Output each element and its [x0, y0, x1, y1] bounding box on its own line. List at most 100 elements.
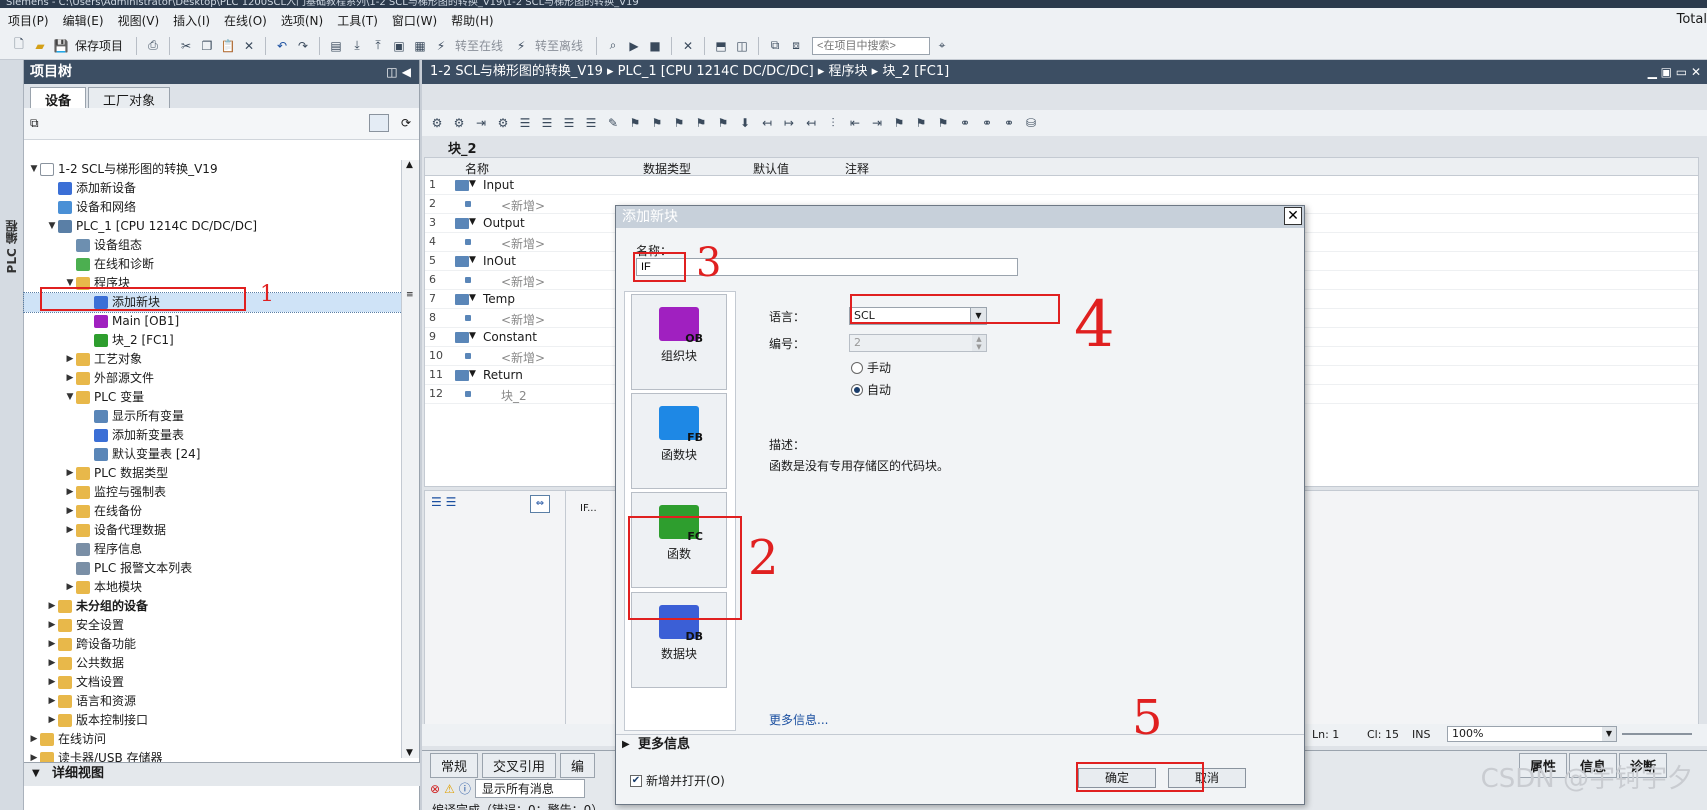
editor-tool-icon[interactable]: ⚭: [1000, 114, 1018, 132]
tree-item[interactable]: ▶ 设备代理数据: [24, 521, 402, 540]
tree-item[interactable]: ▶ PLC 数据类型: [24, 464, 402, 483]
tree-item[interactable]: ▶ 在线访问: [24, 730, 402, 749]
go-online-icon[interactable]: ⚡: [432, 37, 450, 55]
simulation-icon[interactable]: ▣: [390, 37, 408, 55]
more-information-link[interactable]: 更多信息...: [769, 711, 828, 728]
tree-item[interactable]: ▶ 安全设置: [24, 616, 402, 635]
menu-view[interactable]: 视图(V): [118, 12, 160, 29]
tree-item[interactable]: ▶ 跨设备功能: [24, 635, 402, 654]
stop-cpu-icon[interactable]: ■: [646, 37, 664, 55]
editor-tool-icon[interactable]: ⚭: [978, 114, 996, 132]
menu-project[interactable]: 项目(P): [8, 12, 49, 29]
expand-closed-icon[interactable]: ▶: [46, 635, 58, 654]
menu-help[interactable]: 帮助(H): [451, 12, 493, 29]
undo-icon[interactable]: ↶: [273, 37, 291, 55]
upload-icon[interactable]: ⤒: [369, 37, 387, 55]
radio-manual-circle[interactable]: [851, 361, 863, 374]
tree-item[interactable]: Main [OB1]: [24, 312, 402, 331]
tree-item[interactable]: 设备和网络: [24, 198, 402, 217]
editor-tool-icon[interactable]: ⚑: [912, 114, 930, 132]
info-filter-icon[interactable]: ⓘ: [459, 780, 471, 797]
editor-tool-icon[interactable]: ⇤: [846, 114, 864, 132]
start-cpu-icon[interactable]: ▶: [625, 37, 643, 55]
block-type-button-ob[interactable]: OB 组织块: [631, 294, 727, 390]
tree-item[interactable]: 默认变量表 [24]: [24, 445, 402, 464]
overview-view-icon[interactable]: [369, 114, 389, 132]
tree-item[interactable]: ▶ 监控与强制表: [24, 483, 402, 502]
tab-general[interactable]: 常规: [430, 753, 479, 778]
tree-item[interactable]: ▶ 文档设置: [24, 673, 402, 692]
menu-insert[interactable]: 插入(I): [173, 12, 210, 29]
radio-auto-circle[interactable]: [851, 383, 863, 396]
tree-item[interactable]: ▶ 外部源文件: [24, 369, 402, 388]
editor-tool-icon[interactable]: ⚑: [890, 114, 908, 132]
expand-closed-icon[interactable]: ▶: [46, 673, 58, 692]
menu-tools[interactable]: 工具(T): [337, 12, 378, 29]
editor-tool-icon[interactable]: ⚭: [956, 114, 974, 132]
expand-closed-icon[interactable]: ▶: [64, 464, 76, 483]
tree-item[interactable]: ▼ 1-2 SCL与梯形图的转换_V19: [24, 160, 402, 179]
expand-open-icon[interactable]: ▼: [28, 160, 40, 179]
tree-item[interactable]: 显示所有变量: [24, 407, 402, 426]
tab-devices[interactable]: 设备: [30, 87, 87, 109]
expand-open-icon[interactable]: ▼: [46, 217, 58, 236]
block-type-button-fb[interactable]: FB 函数块: [631, 393, 727, 489]
expand-closed-icon[interactable]: ▶: [64, 521, 76, 540]
tree-sync-icon[interactable]: ⟳: [401, 116, 411, 130]
paste-icon[interactable]: 📋: [219, 37, 237, 55]
expand-closed-icon[interactable]: ▶: [64, 502, 76, 521]
radio-manual[interactable]: 手动: [851, 359, 891, 376]
compile-icon[interactable]: ▤: [327, 37, 345, 55]
tree-item[interactable]: 程序信息: [24, 540, 402, 559]
editor-tool-icon[interactable]: ☰: [538, 114, 556, 132]
save-project-button[interactable]: 保存项目: [75, 37, 123, 54]
cut-icon[interactable]: ✂: [177, 37, 195, 55]
delete-icon[interactable]: ✕: [240, 37, 258, 55]
new-project-icon[interactable]: 🗋: [10, 37, 28, 55]
interface-row[interactable]: ▼ 1 Input: [425, 176, 1698, 195]
tree-item[interactable]: ▼ PLC 变量: [24, 388, 402, 407]
editor-tool-icon[interactable]: ⚑: [626, 114, 644, 132]
section-expand-icon[interactable]: ▼: [469, 179, 476, 189]
editor-tool-icon[interactable]: ⫶: [824, 114, 842, 132]
code-snippet[interactable]: IF...: [580, 503, 597, 514]
tree-item[interactable]: 设备组态: [24, 236, 402, 255]
message-filter-select[interactable]: 显示所有消息: [474, 779, 585, 798]
expand-closed-icon[interactable]: ▶: [64, 350, 76, 369]
close-icon[interactable]: ✕: [1284, 207, 1302, 225]
menu-online[interactable]: 在线(O): [224, 12, 267, 29]
editor-tool-icon[interactable]: ⚙: [494, 114, 512, 132]
tree-item[interactable]: 添加新设备: [24, 179, 402, 198]
go-offline-icon[interactable]: ⚡: [512, 37, 530, 55]
plc-programming-label[interactable]: PLC 编程: [3, 220, 20, 273]
editor-tool-icon[interactable]: ⚑: [934, 114, 952, 132]
editor-tool-icon[interactable]: ⚑: [714, 114, 732, 132]
menu-options[interactable]: 选项(N): [281, 12, 323, 29]
tree-item[interactable]: ▶ 工艺对象: [24, 350, 402, 369]
editor-tool-icon[interactable]: ☰: [516, 114, 534, 132]
tree-item[interactable]: 块_2 [FC1]: [24, 331, 402, 350]
radio-auto[interactable]: 自动: [851, 381, 891, 398]
editor-tool-icon[interactable]: ↦: [780, 114, 798, 132]
menu-window[interactable]: 窗口(W): [392, 12, 437, 29]
copy-icon[interactable]: ❐: [198, 37, 216, 55]
tree-item[interactable]: ▶ 版本控制接口: [24, 711, 402, 730]
section-expand-icon[interactable]: ▼: [469, 255, 476, 265]
tree-item[interactable]: 添加新变量表: [24, 426, 402, 445]
warning-filter-icon[interactable]: ⚠: [444, 782, 455, 796]
tab-cross-reference[interactable]: 交叉引用: [482, 753, 557, 778]
tree-options-icon[interactable]: ⧉: [30, 116, 39, 131]
tree-item[interactable]: ▶ 语言和资源: [24, 692, 402, 711]
tree-item[interactable]: 在线和诊断: [24, 255, 402, 274]
section-expand-icon[interactable]: ▼: [469, 369, 476, 379]
editor-tool-icon[interactable]: ↤: [758, 114, 776, 132]
editor-tool-icon[interactable]: ⚙: [450, 114, 468, 132]
maximize-icon[interactable]: ⧉: [766, 37, 784, 55]
detail-view-header[interactable]: ▼ 详细视图: [24, 762, 420, 786]
download-icon[interactable]: ⤓: [348, 37, 366, 55]
project-search-input[interactable]: [812, 36, 931, 55]
project-tree-scrollbar[interactable]: ▲ ≡ ▼: [401, 160, 419, 758]
expand-closed-icon[interactable]: ▶: [46, 616, 58, 635]
checkbox-checked-icon[interactable]: ✔: [630, 774, 642, 787]
menu-edit[interactable]: 编辑(E): [63, 12, 104, 29]
